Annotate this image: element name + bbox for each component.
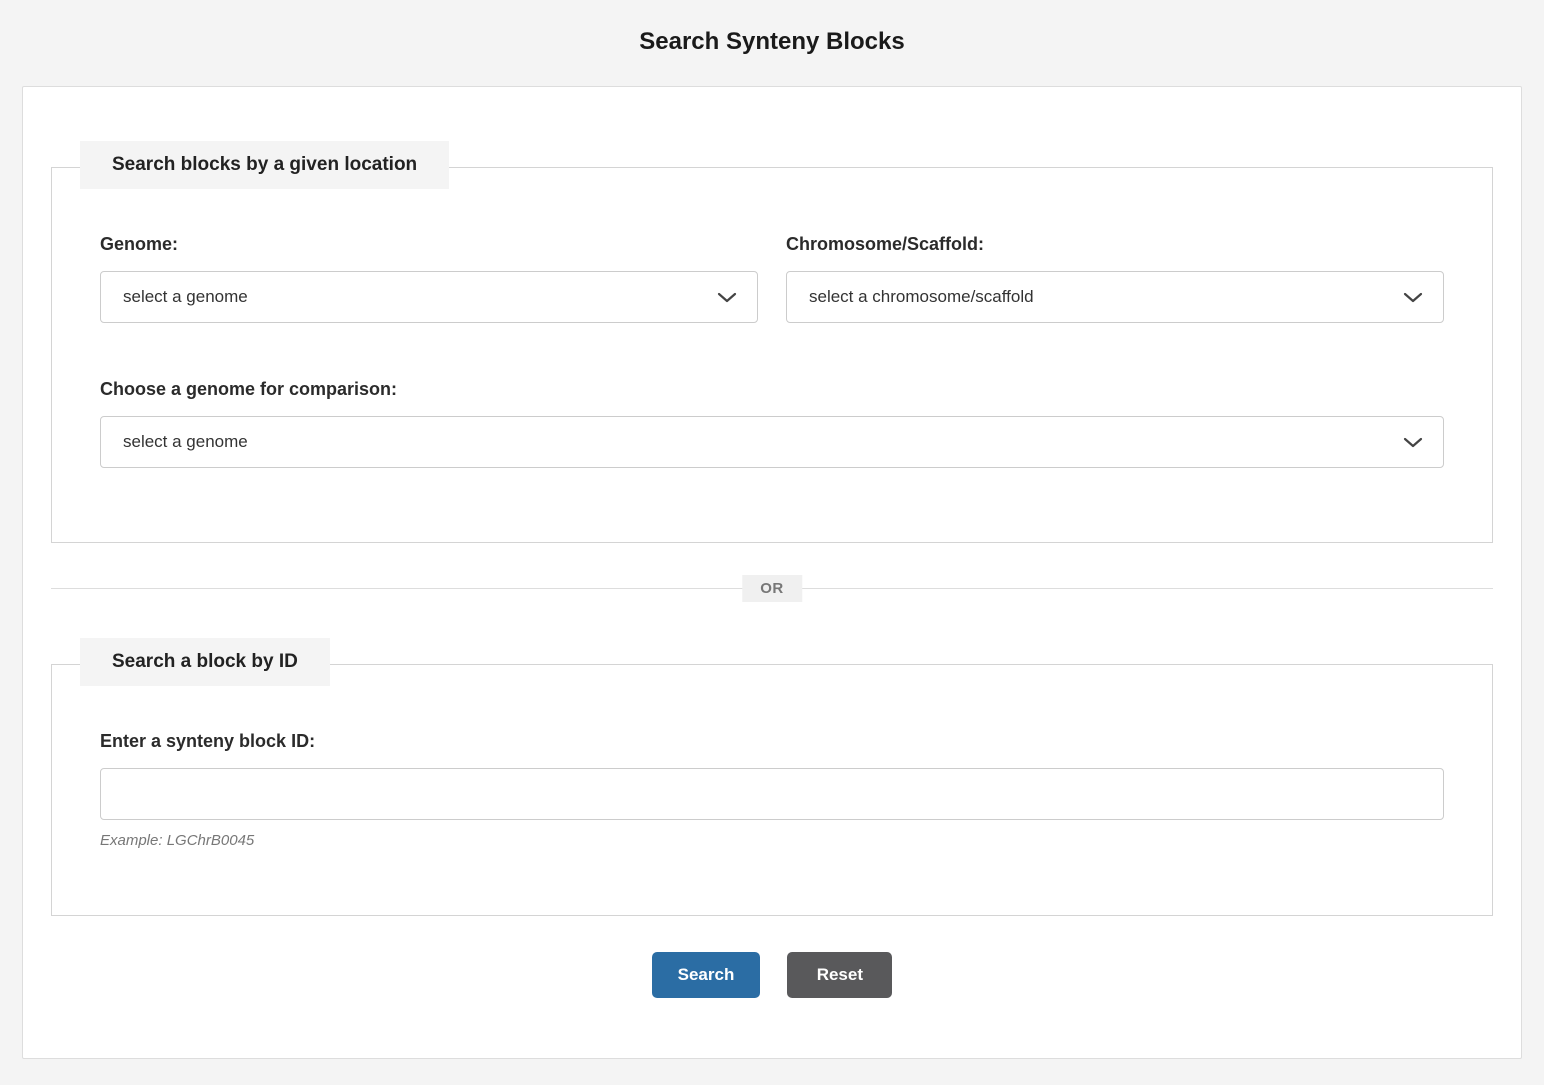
chevron-down-icon: [1403, 437, 1423, 448]
block-id-field: Enter a synteny block ID: Example: LGChr…: [100, 731, 1444, 849]
id-search-section: Search a block by ID Enter a synteny blo…: [51, 664, 1493, 916]
genome-field: Genome: select a genome: [100, 234, 758, 323]
block-id-example: Example: LGChrB0045: [100, 832, 1444, 849]
chromosome-select-value: select a chromosome/scaffold: [809, 287, 1389, 307]
chromosome-select[interactable]: select a chromosome/scaffold: [786, 271, 1444, 323]
block-id-input[interactable]: [100, 768, 1444, 820]
comparison-genome-select[interactable]: select a genome: [100, 416, 1444, 468]
genome-label: Genome:: [100, 234, 758, 255]
form-actions: Search Reset: [23, 952, 1521, 998]
location-search-section: Search blocks by a given location Genome…: [51, 167, 1493, 543]
chromosome-field: Chromosome/Scaffold: select a chromosome…: [786, 234, 1444, 323]
id-section-legend: Search a block by ID: [80, 638, 330, 686]
location-section-legend: Search blocks by a given location: [80, 141, 449, 189]
comparison-genome-field: Choose a genome for comparison: select a…: [100, 379, 1444, 468]
page-title: Search Synteny Blocks: [0, 28, 1544, 56]
search-button[interactable]: Search: [652, 952, 761, 998]
location-form-grid: Genome: select a genome Chromosome/Scaff…: [100, 234, 1444, 468]
or-divider-label: OR: [742, 575, 802, 602]
chromosome-label: Chromosome/Scaffold:: [786, 234, 1444, 255]
main-panel: Search blocks by a given location Genome…: [22, 86, 1522, 1059]
comparison-genome-select-value: select a genome: [123, 432, 1389, 452]
reset-button[interactable]: Reset: [787, 952, 892, 998]
genome-select-value: select a genome: [123, 287, 703, 307]
chevron-down-icon: [1403, 292, 1423, 303]
chevron-down-icon: [717, 292, 737, 303]
or-divider: OR: [51, 588, 1493, 589]
block-id-label: Enter a synteny block ID:: [100, 731, 1444, 752]
genome-select[interactable]: select a genome: [100, 271, 758, 323]
comparison-genome-label: Choose a genome for comparison:: [100, 379, 1444, 400]
